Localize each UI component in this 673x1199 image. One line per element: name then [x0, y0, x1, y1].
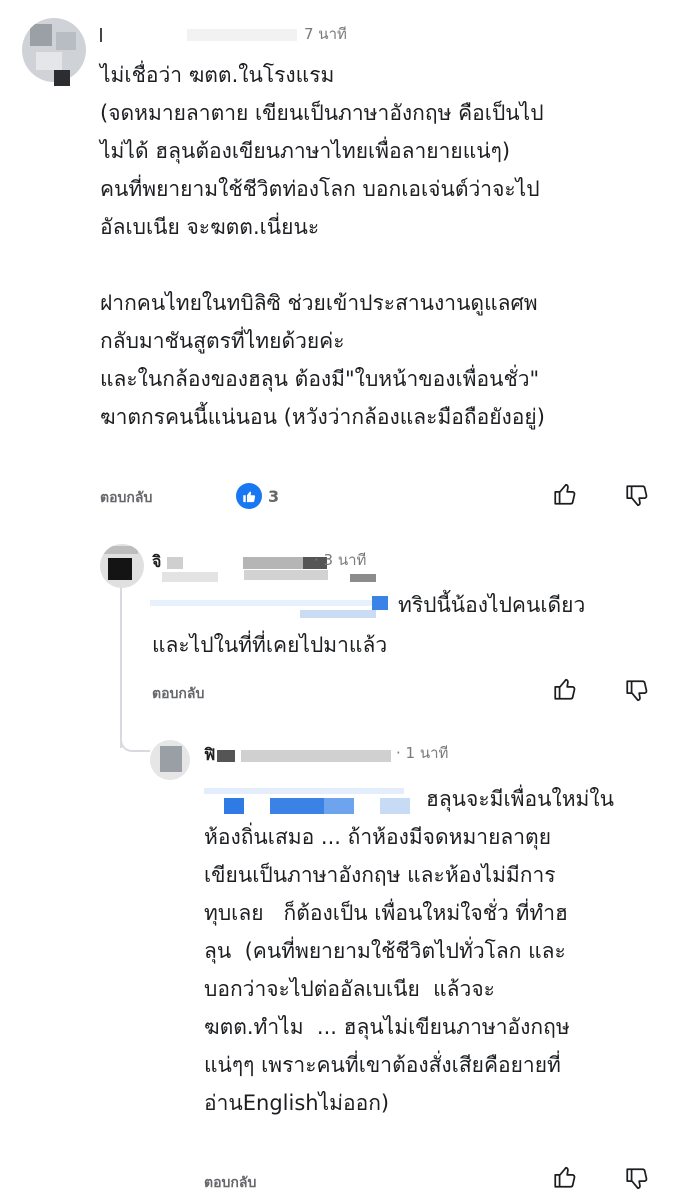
dislike-button[interactable]: [624, 483, 650, 513]
dislike-button[interactable]: [624, 678, 650, 708]
thumbs-down-icon: [626, 1168, 648, 1190]
comment-text: ไม่เชื่อว่า ฆตต.ในโรงแรม (จดหมายลาตาย เข…: [100, 63, 545, 429]
author-name-blur: [241, 749, 392, 762]
dislike-button[interactable]: [624, 1166, 650, 1196]
mention-tag[interactable]: [204, 788, 410, 818]
author-name-blur: [100, 27, 102, 42]
reply-author[interactable]: ฟิ: [204, 743, 392, 768]
author-name-blur-4: [350, 574, 376, 582]
like-button[interactable]: [552, 676, 578, 706]
like-reaction-icon: [236, 483, 262, 509]
avatar-blur-block: [54, 70, 70, 86]
reply-avatar[interactable]: [100, 544, 144, 588]
reply-text-line1: ฮลุนจะมีเพื่อนใหม่ใน: [426, 787, 615, 811]
author-name-blur: [243, 556, 304, 569]
like-button[interactable]: [552, 481, 578, 511]
reaction-count: 3: [268, 486, 280, 506]
thumbs-up-icon: [554, 678, 576, 700]
author-name-blur: [217, 749, 236, 762]
comment-timestamp[interactable]: 7 นาที: [304, 22, 347, 46]
author-name-blur: [187, 28, 298, 41]
comment-author[interactable]: [100, 24, 298, 43]
reply-avatar[interactable]: [150, 740, 190, 780]
thread-connector: [120, 700, 150, 752]
thumbs-down-icon: [626, 680, 648, 702]
thumbs-up-icon: [554, 483, 576, 505]
reply-text-line2: และไปในที่ที่เคยไปมาแล้ว: [152, 633, 388, 657]
author-name-blur-2: [162, 572, 218, 582]
mention-tag[interactable]: [150, 596, 388, 618]
reply-timestamp[interactable]: · 1 นาที: [396, 741, 448, 765]
reaction-summary[interactable]: 3: [236, 483, 279, 509]
reply-button[interactable]: ตอบกลับ: [152, 683, 204, 705]
thumbs-down-icon: [626, 485, 648, 507]
reply-button[interactable]: ตอบกลับ: [100, 487, 152, 509]
author-name-blur: [167, 556, 184, 569]
like-button[interactable]: [552, 1164, 578, 1194]
reply-text-line1: ทริปนี้น้องไปคนเดียว: [398, 593, 586, 617]
reply-button[interactable]: ตอบกลับ: [204, 1172, 256, 1194]
reply-timestamp[interactable]: · 3 นาที: [314, 548, 366, 572]
thumbs-up-icon: [554, 1166, 576, 1188]
reply-text-rest: ห้องถิ่นเสมอ ... ถ้าห้องมีจดหมายลาตุย เข…: [204, 825, 570, 1115]
